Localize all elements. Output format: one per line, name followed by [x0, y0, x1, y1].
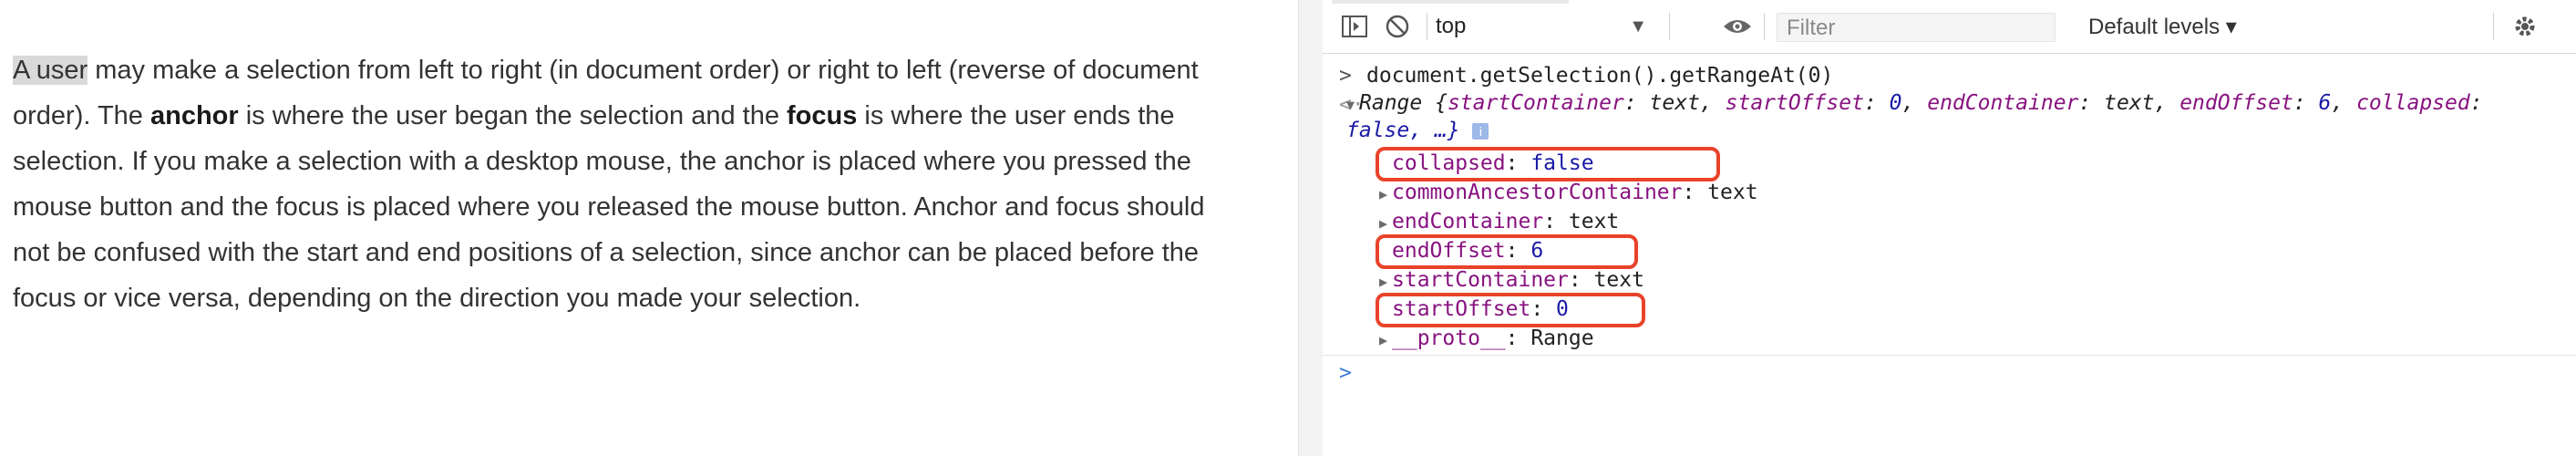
console-prompt-line[interactable]: >: [1323, 358, 2576, 388]
summary-key: collapsed: [2356, 91, 2470, 115]
eye-icon[interactable]: [1722, 0, 1753, 53]
summary-value: text: [1649, 91, 1700, 115]
console-divider: [1323, 355, 2576, 356]
paragraph-text-3: is where the user ends the selection. If…: [13, 101, 1205, 313]
summary-value: 6: [2318, 91, 2332, 115]
devtools-panel: top ▼ Filter Default levels ▾ > document…: [1323, 0, 2576, 456]
expand-triangle-icon[interactable]: ▶: [1379, 180, 1392, 209]
console-command: document.getSelection().getRangeAt(0): [1366, 64, 1834, 88]
context-label: top: [1436, 14, 1467, 38]
info-icon[interactable]: i: [1472, 122, 1489, 140]
property-value: text: [1568, 210, 1620, 233]
highlight-box: [1376, 147, 1720, 181]
dropdown-arrow-icon: ▼: [1629, 16, 1647, 36]
focus-term: focus: [787, 101, 858, 130]
summary-key: startContainer: [1447, 91, 1624, 115]
pane-splitter[interactable]: [1298, 0, 1324, 456]
summary-key: endOffset: [2179, 91, 2293, 115]
filter-input[interactable]: Filter: [1777, 13, 2056, 42]
summary-value: 0: [1889, 91, 1902, 115]
filter-placeholder: Filter: [1787, 16, 1836, 40]
property-key: commonAncestorContainer: [1392, 181, 1683, 204]
toolbar-divider: [1669, 13, 1670, 40]
expand-triangle-icon: ▼: [1346, 97, 1355, 113]
sidebar-toggle-icon[interactable]: [1341, 0, 1368, 53]
prompt-chevron-icon: >: [1339, 64, 1352, 88]
console-input-line: > document.getSelection().getRangeAt(0): [1323, 61, 2576, 90]
console-toolbar: top ▼ Filter Default levels ▾: [1323, 0, 2576, 54]
summary-value: false, …}: [1346, 119, 1460, 142]
summary-key: endContainer: [1927, 91, 2079, 115]
gear-icon[interactable]: [2513, 0, 2537, 53]
colon: :: [1505, 326, 1531, 350]
log-levels-label: Default levels ▾: [2088, 14, 2237, 39]
property-value: Range: [1530, 326, 1594, 350]
property-row[interactable]: ▶ startContainer: text: [1323, 265, 2576, 295]
highlight-box: [1376, 234, 1638, 269]
colon: :: [1543, 210, 1569, 233]
property-value: text: [1593, 268, 1644, 292]
document-paragraph: A user may make a selection from left to…: [13, 47, 1234, 321]
brace-open: {: [1422, 91, 1448, 115]
summary-key: startOffset: [1725, 91, 1864, 115]
property-key: __proto__: [1392, 326, 1506, 350]
property-row[interactable]: ▶ endContainer: text: [1323, 207, 2576, 236]
context-selector[interactable]: top ▼: [1436, 0, 1664, 53]
paragraph-text-2: is where the user began the selection an…: [238, 101, 788, 130]
expand-triangle-icon[interactable]: ▶: [1379, 326, 1392, 355]
highlight-box: [1376, 293, 1645, 327]
property-key: endContainer: [1392, 210, 1544, 233]
colon: :: [1568, 268, 1594, 292]
property-key: startContainer: [1392, 268, 1569, 292]
toolbar-divider: [1764, 13, 1765, 40]
clear-console-icon[interactable]: [1385, 0, 1410, 53]
summary-value: text: [2104, 91, 2155, 115]
colon: :: [1682, 181, 1708, 204]
property-row[interactable]: ▶ commonAncestorContainer: text: [1323, 178, 2576, 207]
property-value: text: [1707, 181, 1758, 204]
range-type: Range: [1359, 91, 1423, 115]
toolbar-divider: [2493, 13, 2494, 40]
property-row[interactable]: ▶ __proto__: Range: [1323, 324, 2576, 353]
console-output: > document.getSelection().getRangeAt(0) …: [1323, 54, 2576, 456]
log-levels-dropdown[interactable]: Default levels ▾: [2088, 0, 2237, 53]
selected-text: A user: [13, 56, 88, 85]
anchor-term: anchor: [149, 101, 239, 130]
input-prompt-icon: >: [1339, 361, 1352, 385]
